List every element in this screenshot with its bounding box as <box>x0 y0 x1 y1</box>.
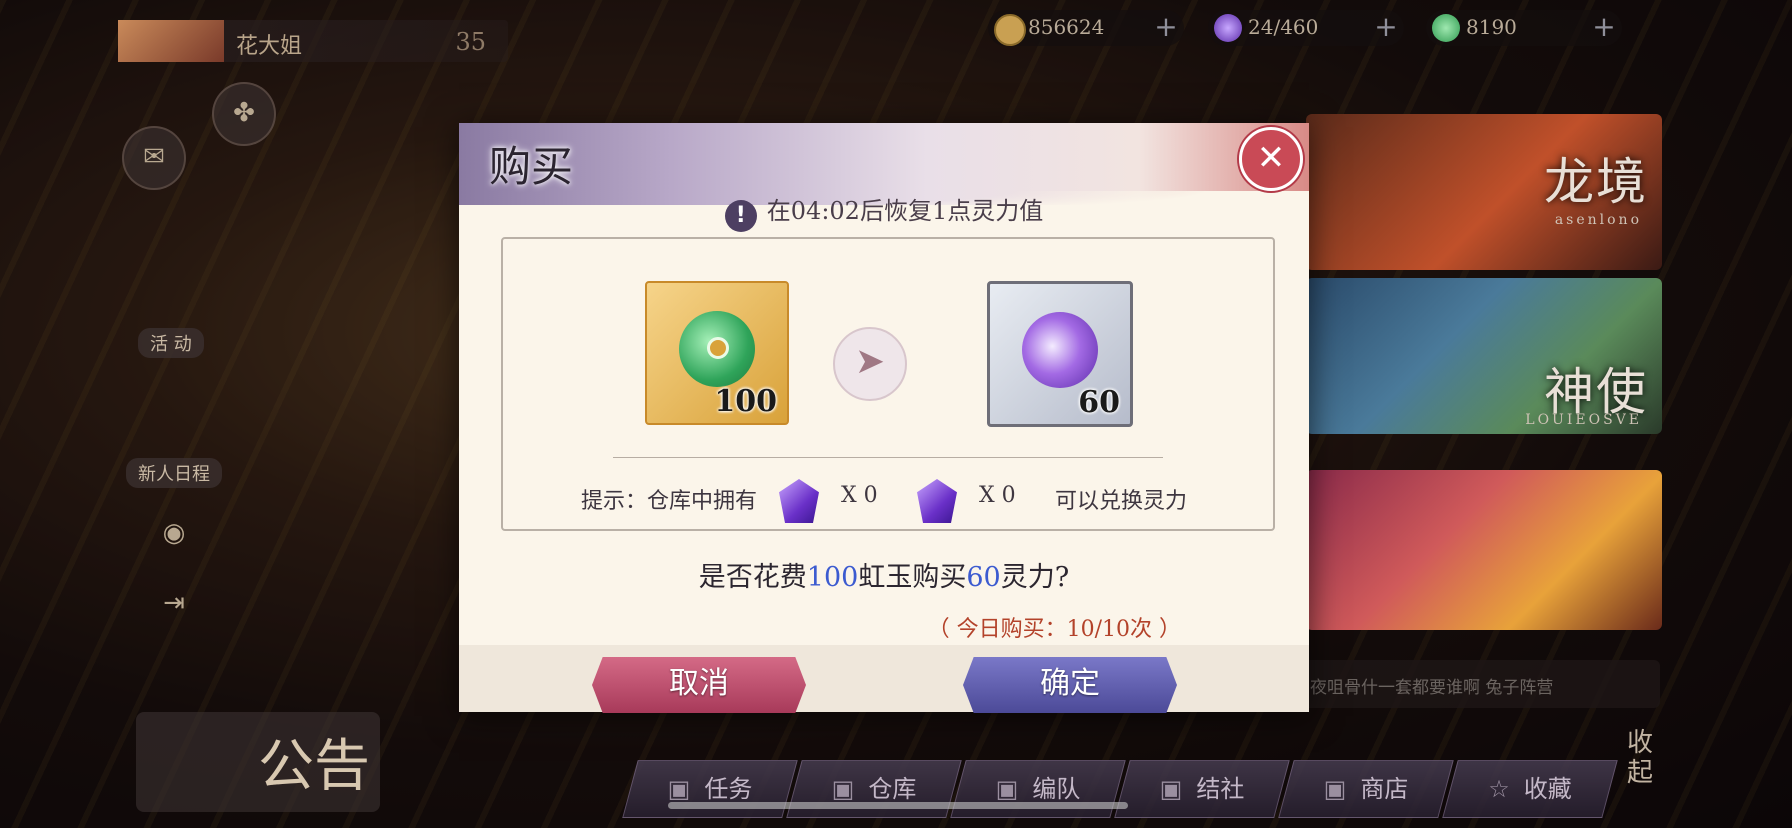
gain-item-spirit: 60 <box>987 281 1133 427</box>
banner-shrine-subtitle: LOUIEOSVE <box>1525 412 1642 428</box>
add-spirit-button[interactable]: + <box>1372 13 1400 42</box>
exchange-arrow-icon: ➤ <box>833 327 907 401</box>
banner-dragon-title: 龙境 <box>1544 153 1648 211</box>
dialog-actions: 取消 确定 <box>459 645 1309 713</box>
jade-value: 8190 <box>1466 15 1517 39</box>
recovery-text: 在04:02后恢复1点灵力值 <box>766 197 1044 225</box>
player-name: 花大姐 <box>236 34 303 59</box>
purchase-dialog: 购买 ✕ ! 在04:02后恢复1点灵力值 100 ➤ 60 提示：仓库中拥有 X… <box>459 123 1309 713</box>
hint-prefix: 提示：仓库中拥有 <box>581 489 758 514</box>
player-info[interactable]: 花大姐 35 <box>118 20 508 62</box>
banner-dragon-subtitle: asenlono <box>1554 212 1642 228</box>
home-indicator[interactable] <box>668 802 1128 809</box>
nav-guild[interactable]: ▣ 结社 <box>1114 760 1290 818</box>
mail-icon[interactable]: ✉ <box>122 126 186 190</box>
nav-formation[interactable]: ▣ 编队 <box>950 760 1126 818</box>
coins-value: 856624 <box>1028 15 1105 39</box>
collapse-button[interactable]: 收起 <box>1620 728 1660 788</box>
notice-button[interactable]: 公告 <box>136 712 380 812</box>
exchange-panel: 100 ➤ 60 提示：仓库中拥有 X 0 X 0 可以兑换灵力 <box>501 237 1275 531</box>
spirit-value: 24/460 <box>1248 15 1319 39</box>
gain-quantity: 60 <box>1078 385 1120 420</box>
currency-jade: 8190 + <box>1426 10 1622 46</box>
nav-shop[interactable]: ▣ 商店 <box>1278 760 1454 818</box>
currency-spirit: 24/460 + <box>1208 10 1404 46</box>
hint-count-2: X 0 <box>979 483 1016 508</box>
player-avatar <box>118 20 224 62</box>
dialog-title: 购买 <box>489 142 574 191</box>
spirit-flame-icon <box>1214 14 1242 42</box>
purple-crystal-icon <box>917 479 957 523</box>
add-coins-button[interactable]: + <box>1152 13 1180 42</box>
nav-tasks[interactable]: ▣ 任务 <box>622 760 798 818</box>
exit-icon[interactable]: ⇥ <box>144 574 204 634</box>
banner-event[interactable] <box>1306 470 1662 630</box>
cost-item-rainbow-jade: 100 <box>645 281 789 425</box>
nav-warehouse[interactable]: ▣ 仓库 <box>786 760 962 818</box>
rainbow-jade-icon <box>679 311 755 387</box>
chat-message: 夜咀骨什一套都要谁啊 兔子阵营 <box>1310 678 1554 698</box>
rainbow-jade-icon <box>1432 14 1460 42</box>
spirit-flame-icon <box>1022 312 1098 388</box>
close-button[interactable]: ✕ <box>1239 127 1303 191</box>
eye-icon[interactable]: ◉ <box>144 504 204 564</box>
coin-icon <box>994 14 1026 46</box>
notice-label: 公告 <box>258 734 370 799</box>
question-gain: 60 <box>966 562 1001 593</box>
currency-coins: 856624 + <box>988 10 1184 46</box>
cost-quantity: 100 <box>714 384 777 419</box>
recovery-info: ! 在04:02后恢复1点灵力值 <box>459 191 1309 232</box>
activity-button[interactable]: 活 动 <box>138 328 204 358</box>
banner-shrine-envoy[interactable]: 神使 LOUIEOSVE <box>1306 278 1662 434</box>
cancel-button[interactable]: 取消 <box>592 657 806 713</box>
hint-count-1: X 0 <box>841 483 878 508</box>
banner-dragon-realm[interactable]: 龙境 asenlono <box>1306 114 1662 270</box>
divider <box>613 457 1163 458</box>
nav-collection[interactable]: ☆ 收藏 <box>1442 760 1618 818</box>
question-cost: 100 <box>806 562 859 593</box>
purchase-question: 是否花费100虹玉购买60灵力? <box>698 562 1070 593</box>
player-level: 35 <box>455 28 486 56</box>
add-jade-button[interactable]: + <box>1590 13 1618 42</box>
newbie-schedule-button[interactable]: 新人日程 <box>126 458 222 488</box>
shard-crystal-icon <box>779 479 819 523</box>
daily-purchase-limit: （ 今日购买：10/10次 ） <box>927 617 1181 642</box>
exclamation-icon: ! <box>724 200 757 232</box>
clover-icon[interactable]: ✤ <box>212 82 276 146</box>
hint-suffix: 可以兑换灵力 <box>1055 489 1188 514</box>
confirm-button[interactable]: 确定 <box>963 657 1177 713</box>
